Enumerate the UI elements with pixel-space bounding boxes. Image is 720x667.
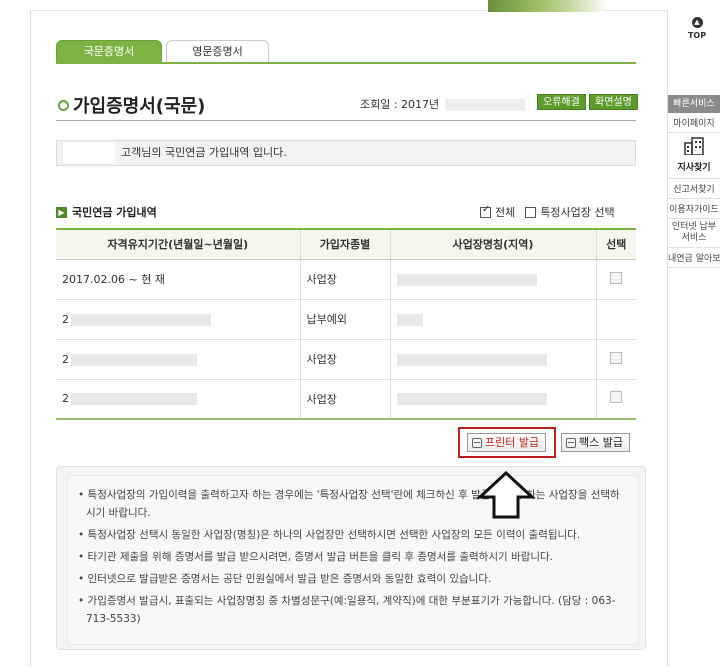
workplace-cell: [390, 259, 597, 300]
note-item: • 가입증명서 발급시, 표출되는 사업장명칭 중 차별성문구(예:일용직, 계…: [78, 595, 616, 625]
enrollment-table: 자격유지기간(년월일~년월일) 가입자종별 사업장명칭(지역) 선택 2017.…: [56, 228, 636, 420]
table-header-row: 자격유지기간(년월일~년월일) 가입자종별 사업장명칭(지역) 선택: [56, 229, 636, 260]
col-type: 가입자종별: [300, 229, 391, 260]
period-cell: 2017.02.06 ~ 현 재: [56, 259, 301, 300]
period-cell: 2: [56, 379, 301, 420]
row-select-checkbox[interactable]: [610, 271, 623, 284]
table-row: 2017.02.06 ~ 현 재 사업장: [56, 259, 636, 300]
workplace-redacted: [396, 273, 537, 286]
top-button[interactable]: ▲ TOP: [686, 17, 708, 40]
fax-icon: [566, 437, 576, 448]
info-box: 고객님의 국민연금 가입내역 입니다.: [56, 140, 636, 166]
row-select-checkbox[interactable]: [610, 351, 623, 364]
quick-service-title: 빠른서비스: [668, 95, 720, 113]
print-issue-label: 프린터 발급: [485, 436, 540, 449]
title-bullet-icon: [58, 99, 69, 111]
section-title-text: 국민연금 가입내역: [72, 206, 157, 219]
header-decoration: [488, 0, 608, 12]
workplace-redacted: [396, 313, 423, 326]
up-arrow-icon: [476, 471, 536, 519]
period-text: 2: [62, 392, 69, 406]
type-cell: 납부예외: [300, 299, 391, 340]
note-text: 특정사업장 선택시 동일한 사업장(명칭)은 하나의 사업장만 선택하시면 선택…: [87, 529, 581, 541]
workplace-redacted: [396, 393, 547, 406]
note-item: • 특정사업장의 가입이력을 출력하고자 하는 경우에는 '특정사업장 선택'란…: [78, 489, 620, 519]
certificate-tabs: 국문증명서 영문증명서: [56, 40, 269, 63]
top-arrow-icon: ▲: [691, 17, 703, 28]
select-cell: [596, 299, 636, 340]
row-select-checkbox[interactable]: [610, 391, 623, 404]
type-cell: 사업장: [300, 379, 391, 420]
filter-all-label: 전체: [495, 206, 516, 219]
quick-item-report-search[interactable]: 신고서찾기: [668, 179, 720, 199]
print-issue-button[interactable]: 프린터 발급: [467, 433, 547, 452]
col-period: 자격유지기간(년월일~년월일): [56, 229, 301, 260]
period-redacted: [71, 393, 197, 406]
filter-specific-checkbox[interactable]: [525, 206, 537, 218]
workplace-cell: [390, 299, 597, 340]
period-redacted: [71, 353, 197, 366]
customer-name-redacted: [63, 143, 115, 163]
table-row: 2 사업장: [56, 339, 636, 380]
type-cell: 사업장: [300, 339, 391, 380]
workplace-cell: [390, 339, 597, 380]
note-text: 특정사업장의 가입이력을 출력하고자 하는 경우에는 '특정사업장 선택'란에 …: [86, 489, 620, 519]
quick-service-panel: 빠른서비스 마이페이지 지사찾기 신고서찾기 이용자가이드 인터넷 납부서비스 …: [668, 95, 720, 268]
note-text: 가입증명서 발급시, 표출되는 사업장명칭 중 차별성문구(예:일용직, 계약직…: [86, 595, 616, 625]
section-title: ▶ 국민연금 가입내역: [56, 204, 157, 220]
select-cell: [596, 339, 636, 380]
section-arrow-icon: ▶: [56, 206, 67, 218]
filter-specific-label: 특정사업장 선택: [540, 206, 615, 219]
tab-korean-certificate[interactable]: 국문증명서: [56, 40, 162, 63]
filter-specific[interactable]: 특정사업장 선택: [525, 204, 615, 220]
tab-english-certificate[interactable]: 영문증명서: [166, 40, 269, 63]
type-cell: 사업장: [300, 259, 391, 300]
fax-issue-label: 팩스 발급: [579, 436, 623, 449]
note-item: • 인터넷으로 발급받은 증명서는 공단 민원실에서 발급 받은 증명서와 동일…: [78, 573, 492, 585]
quick-item-branch-label: 지사찾기: [677, 163, 711, 173]
col-workplace: 사업장명칭(지역): [390, 229, 597, 260]
select-cell: [596, 379, 636, 420]
title-divider: [56, 120, 636, 121]
inquiry-date-label: 조회일 : 2017년: [360, 98, 440, 111]
period-text: 2: [62, 352, 69, 366]
note-item: • 특정사업장 선택시 동일한 사업장(명칭)은 하나의 사업장만 선택하시면 …: [78, 529, 581, 541]
page-title-text: 가입증명서(국문): [73, 96, 206, 117]
period-text: 2: [62, 312, 69, 326]
building-icon: [684, 137, 704, 156]
error-fix-button[interactable]: 오류해결: [537, 94, 586, 110]
period-redacted: [71, 313, 211, 326]
note-text: 인터넷으로 발급받은 증명서는 공단 민원실에서 발급 받은 증명서와 동일한 …: [87, 573, 492, 585]
top-label: TOP: [687, 31, 707, 40]
period-cell: 2: [56, 299, 301, 340]
screen-help-button[interactable]: 화면설명: [589, 94, 638, 110]
fax-issue-button[interactable]: 팩스 발급: [561, 433, 630, 452]
quick-item-user-guide[interactable]: 이용자가이드: [668, 199, 720, 219]
quick-item-internet-payment[interactable]: 인터넷 납부서비스: [668, 219, 720, 248]
table-row: 2 사업장: [56, 379, 636, 420]
filter-all[interactable]: 전체: [480, 204, 515, 220]
inquiry-date: 조회일 : 2017년: [360, 96, 526, 112]
note-item: • 타기관 제출을 위해 증명서를 발급 받으시려면, 증명서 발급 버튼을 클…: [78, 551, 553, 563]
notes-box: • 특정사업장의 가입이력을 출력하고자 하는 경우에는 '특정사업장 선택'란…: [56, 466, 646, 650]
notes-inner: • 특정사업장의 가입이력을 출력하고자 하는 경우에는 '특정사업장 선택'란…: [67, 475, 639, 645]
filter-checks: 전체 특정사업장 선택: [480, 204, 615, 220]
workplace-redacted: [396, 353, 547, 366]
note-text: 타기관 제출을 위해 증명서를 발급 받으시려면, 증명서 발급 버튼을 클릭 …: [87, 551, 553, 563]
col-select: 선택: [596, 229, 636, 260]
select-cell: [596, 259, 636, 300]
tab-underline: [56, 62, 636, 64]
table-row: 2 납부예외: [56, 299, 636, 340]
quick-item-branch[interactable]: 지사찾기: [668, 133, 720, 179]
inquiry-date-redacted: [445, 99, 526, 111]
page-title: 가입증명서(국문): [58, 92, 205, 118]
info-message: 고객님의 국민연금 가입내역 입니다.: [121, 146, 287, 159]
filter-all-checkbox[interactable]: [480, 204, 491, 218]
quick-item-mypage[interactable]: 마이페이지: [668, 113, 720, 133]
quick-item-my-pension[interactable]: 내연금 알아보기: [668, 248, 720, 268]
period-cell: 2: [56, 339, 301, 380]
workplace-cell: [390, 379, 597, 420]
printer-icon: [472, 437, 482, 448]
